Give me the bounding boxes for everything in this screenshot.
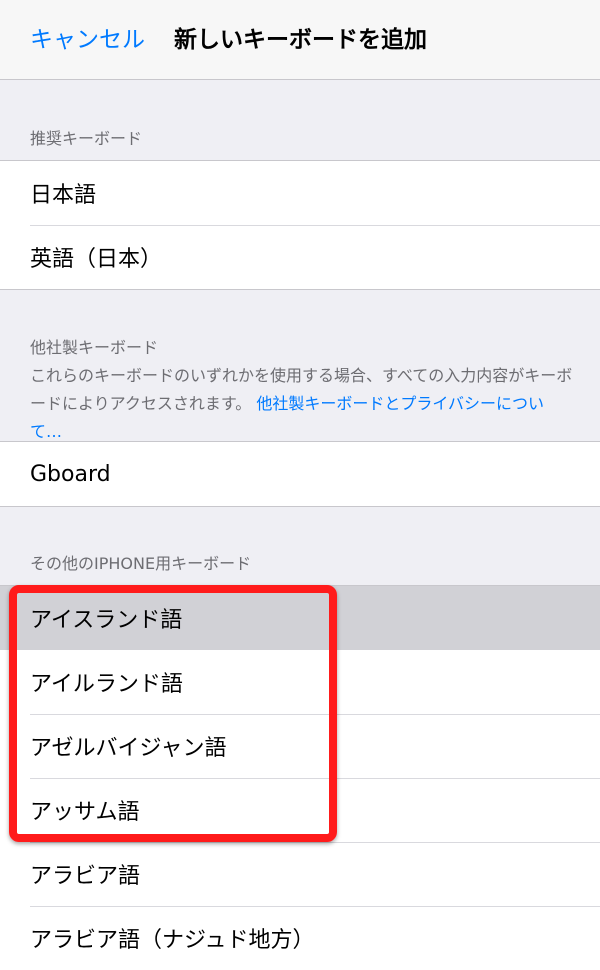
keyboard-item-assamese[interactable]: アッサム語	[0, 778, 600, 842]
keyboard-item-label: アイルランド語	[30, 672, 183, 697]
section-header-other-iphone: その他のIPHONE用キーボード	[30, 554, 252, 573]
section-header-suggested: 推奨キーボード	[30, 129, 143, 148]
keyboard-item-label: アイスランド語	[30, 608, 183, 633]
keyboard-item-label: アラビア語（ナジュド地方）	[30, 928, 315, 953]
third-party-keyboard-list: Gboard	[0, 441, 600, 507]
keyboard-item-label: アッサム語	[30, 800, 140, 825]
keyboard-item-label: 英語（日本）	[30, 247, 163, 272]
keyboard-item-icelandic[interactable]: アイスランド語	[0, 586, 600, 650]
keyboard-item-label: アゼルバイジャン語	[30, 736, 227, 761]
other-keyboard-list: アイスランド語 アイルランド語 アゼルバイジャン語 アッサム語 アラビア語 アラ…	[0, 585, 600, 970]
page-title: 新しいキーボードを追加	[174, 27, 427, 53]
keyboard-item-japanese[interactable]: 日本語	[0, 161, 600, 225]
keyboard-item-label: Gboard	[30, 461, 111, 487]
suggested-keyboard-list: 日本語 英語（日本）	[0, 160, 600, 290]
keyboard-item-label: 日本語	[30, 183, 97, 208]
keyboard-item-irish[interactable]: アイルランド語	[0, 650, 600, 714]
navigation-bar: キャンセル 新しいキーボードを追加	[0, 0, 600, 80]
keyboard-item-label: アラビア語	[30, 864, 141, 889]
keyboard-item-english-japan[interactable]: 英語（日本）	[0, 225, 600, 289]
cancel-button[interactable]: キャンセル	[30, 24, 145, 56]
keyboard-item-arabic-najdi[interactable]: アラビア語（ナジュド地方）	[0, 906, 600, 970]
keyboard-item-azerbaijani[interactable]: アゼルバイジャン語	[0, 714, 600, 778]
section-header-third-party: 他社製キーボード これらのキーボードのいずれかを使用する場合、すべての入力内容が…	[30, 334, 575, 446]
keyboard-item-gboard[interactable]: Gboard	[0, 442, 600, 506]
keyboard-item-arabic[interactable]: アラビア語	[0, 842, 600, 906]
section-header-third-party-title: 他社製キーボード	[30, 338, 159, 357]
